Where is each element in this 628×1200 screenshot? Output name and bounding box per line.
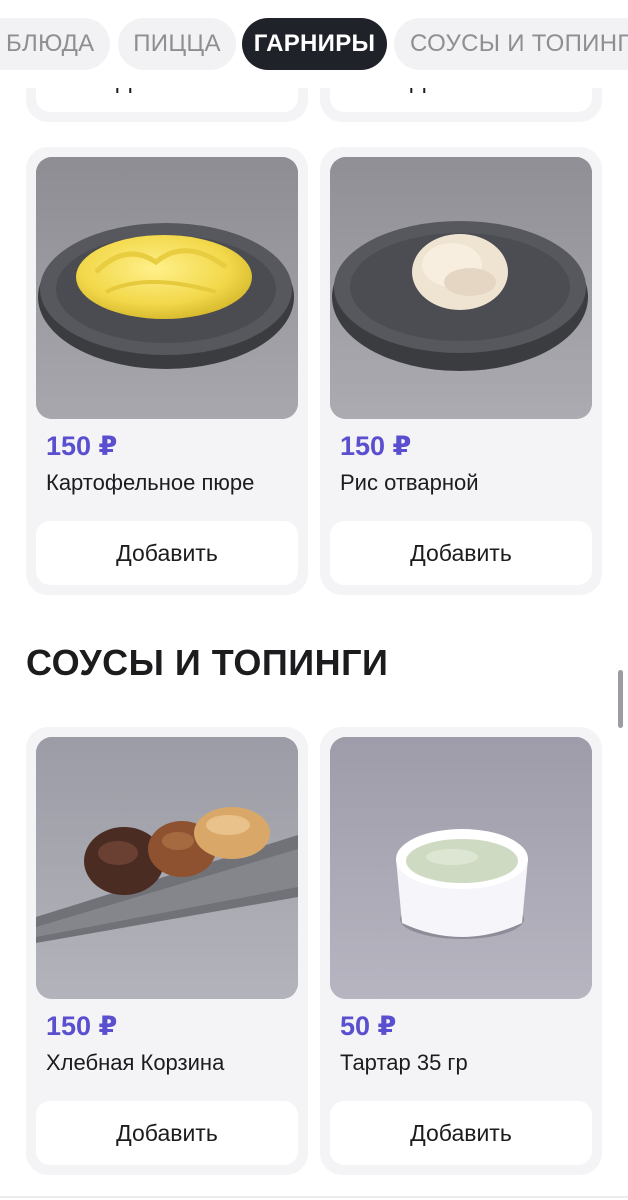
scrollbar[interactable] (618, 670, 623, 728)
add-button[interactable]: Добавить (36, 521, 298, 585)
tab-garnish[interactable]: ГАРНИРЫ (242, 18, 387, 70)
section-title: СОУСЫ И ТОПИНГИ (26, 642, 389, 683)
mashed-potatoes-photo (36, 157, 298, 419)
product-card[interactable]: 50 ₽ Тартар 35 гр Добавить (320, 727, 602, 1175)
bread-basket-photo (36, 737, 298, 999)
divider (0, 1196, 628, 1198)
product-card[interactable]: 150 ₽ Картофельное пюре Добавить (26, 147, 308, 595)
product-price: 50 ₽ (340, 1011, 397, 1041)
tartar-sauce-photo (330, 737, 592, 999)
menu-page: БЛЮДА ПИЦЦА ГАРНИРЫ СОУСЫ И ТОПИНГИ Доба… (0, 0, 628, 1200)
tab-dishes[interactable]: БЛЮДА (0, 18, 110, 70)
product-price: 150 ₽ (46, 431, 118, 461)
product-name: Рис отварной (340, 470, 479, 495)
product-price: 150 ₽ (340, 431, 412, 461)
add-button[interactable]: Добавить (36, 1101, 298, 1165)
product-name: Хлебная Корзина (46, 1050, 225, 1075)
boiled-rice-photo (330, 157, 592, 419)
tab-sauces-toppings[interactable]: СОУСЫ И ТОПИНГИ (394, 18, 628, 70)
product-name: Картофельное пюре (46, 470, 255, 495)
product-card[interactable]: 150 ₽ Рис отварной Добавить (320, 147, 602, 595)
tab-pizza[interactable]: ПИЦЦА (118, 18, 236, 70)
product-card[interactable]: 150 ₽ Хлебная Корзина Добавить (26, 727, 308, 1175)
add-button[interactable]: Добавить (330, 1101, 592, 1165)
category-tabs: БЛЮДА ПИЦЦА ГАРНИРЫ СОУСЫ И ТОПИНГИ (0, 0, 628, 88)
product-name: Тартар 35 гр (340, 1050, 468, 1075)
product-price: 150 ₽ (46, 1011, 118, 1041)
add-button[interactable]: Добавить (330, 521, 592, 585)
